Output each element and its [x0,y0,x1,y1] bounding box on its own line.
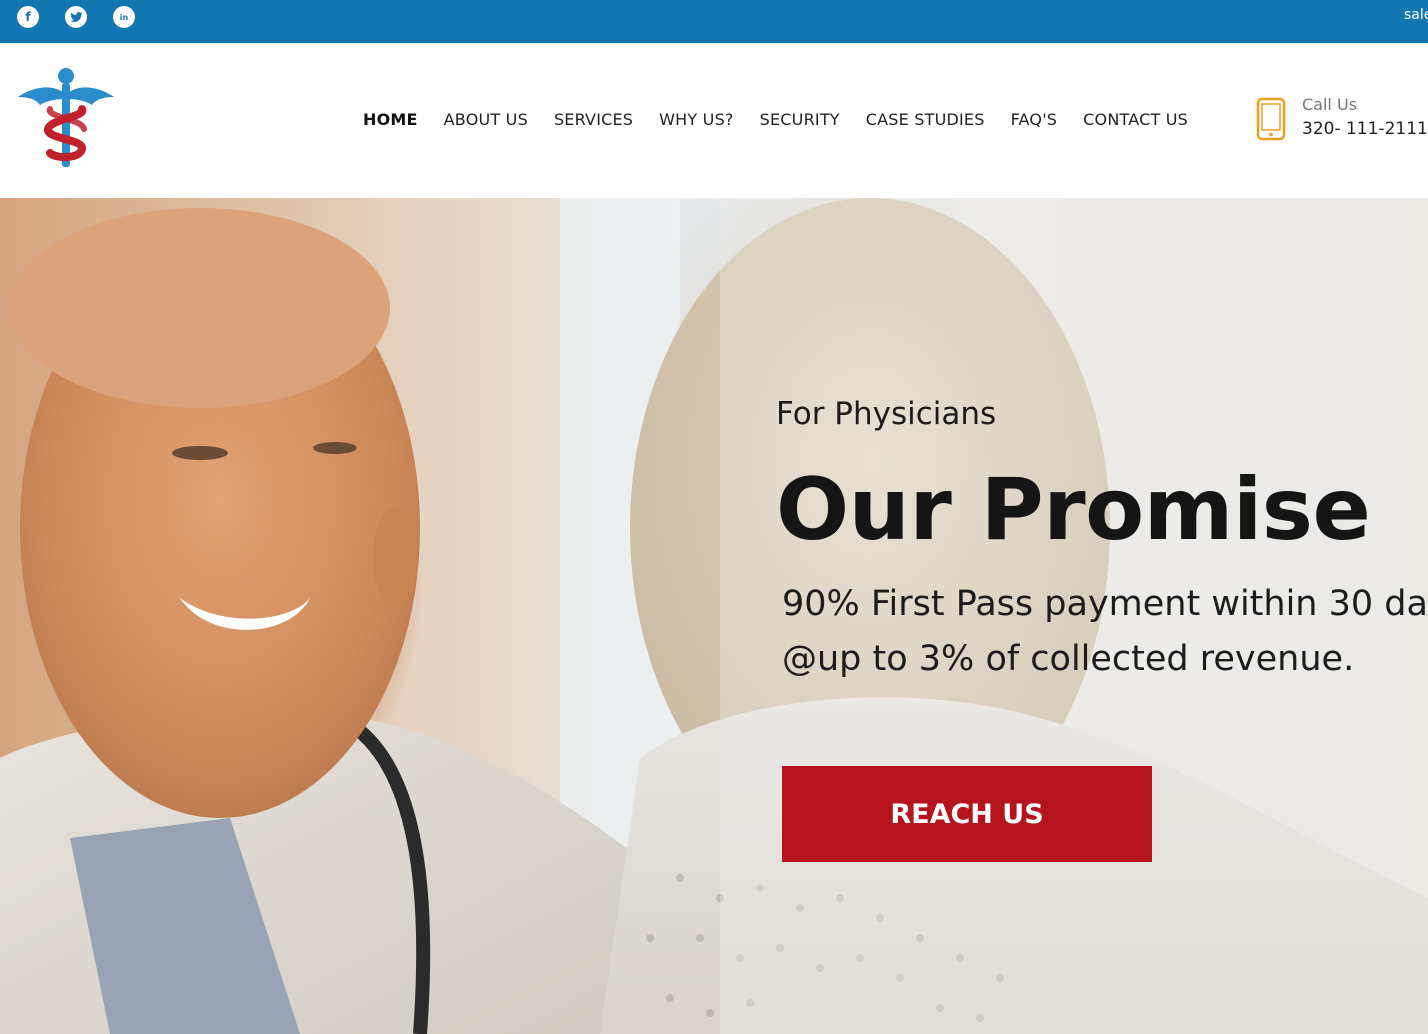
linkedin-icon[interactable]: in [113,6,135,28]
hero-subline-1: 90% First Pass payment within 30 da [782,584,1428,624]
hero-headline: Our Promise [776,460,1371,560]
call-us-label: Call Us [1302,95,1357,114]
mobile-phone-icon [1256,97,1286,141]
twitter-icon[interactable] [65,6,87,28]
reach-us-button[interactable]: REACH US [782,766,1152,862]
site-header: HOME ABOUT US SERVICES WHY US? SECURITY … [0,43,1428,198]
nav-contact-us[interactable]: CONTACT US [1083,110,1188,129]
top-bar: f in sale [0,0,1428,43]
email-link[interactable]: sale [1404,7,1428,23]
nav-why-us[interactable]: WHY US? [659,110,733,129]
nav-security[interactable]: SECURITY [760,110,840,129]
nav-services[interactable]: SERVICES [554,110,633,129]
main-nav: HOME ABOUT US SERVICES WHY US? SECURITY … [363,110,1214,129]
hero-banner: For Physicians Our Promise 90% First Pas… [0,198,1428,1034]
hero-subline-2: @up to 3% of collected revenue. [782,639,1355,679]
nav-faqs[interactable]: FAQ'S [1011,110,1058,129]
nav-home[interactable]: HOME [363,110,418,129]
nav-about-us[interactable]: ABOUT US [444,110,528,129]
facebook-icon[interactable]: f [17,6,39,28]
hero-kicker: For Physicians [776,396,997,432]
phone-number[interactable]: 320- 111-2111 [1302,119,1428,139]
nav-case-studies[interactable]: CASE STUDIES [866,110,985,129]
caduceus-logo[interactable] [16,67,116,169]
